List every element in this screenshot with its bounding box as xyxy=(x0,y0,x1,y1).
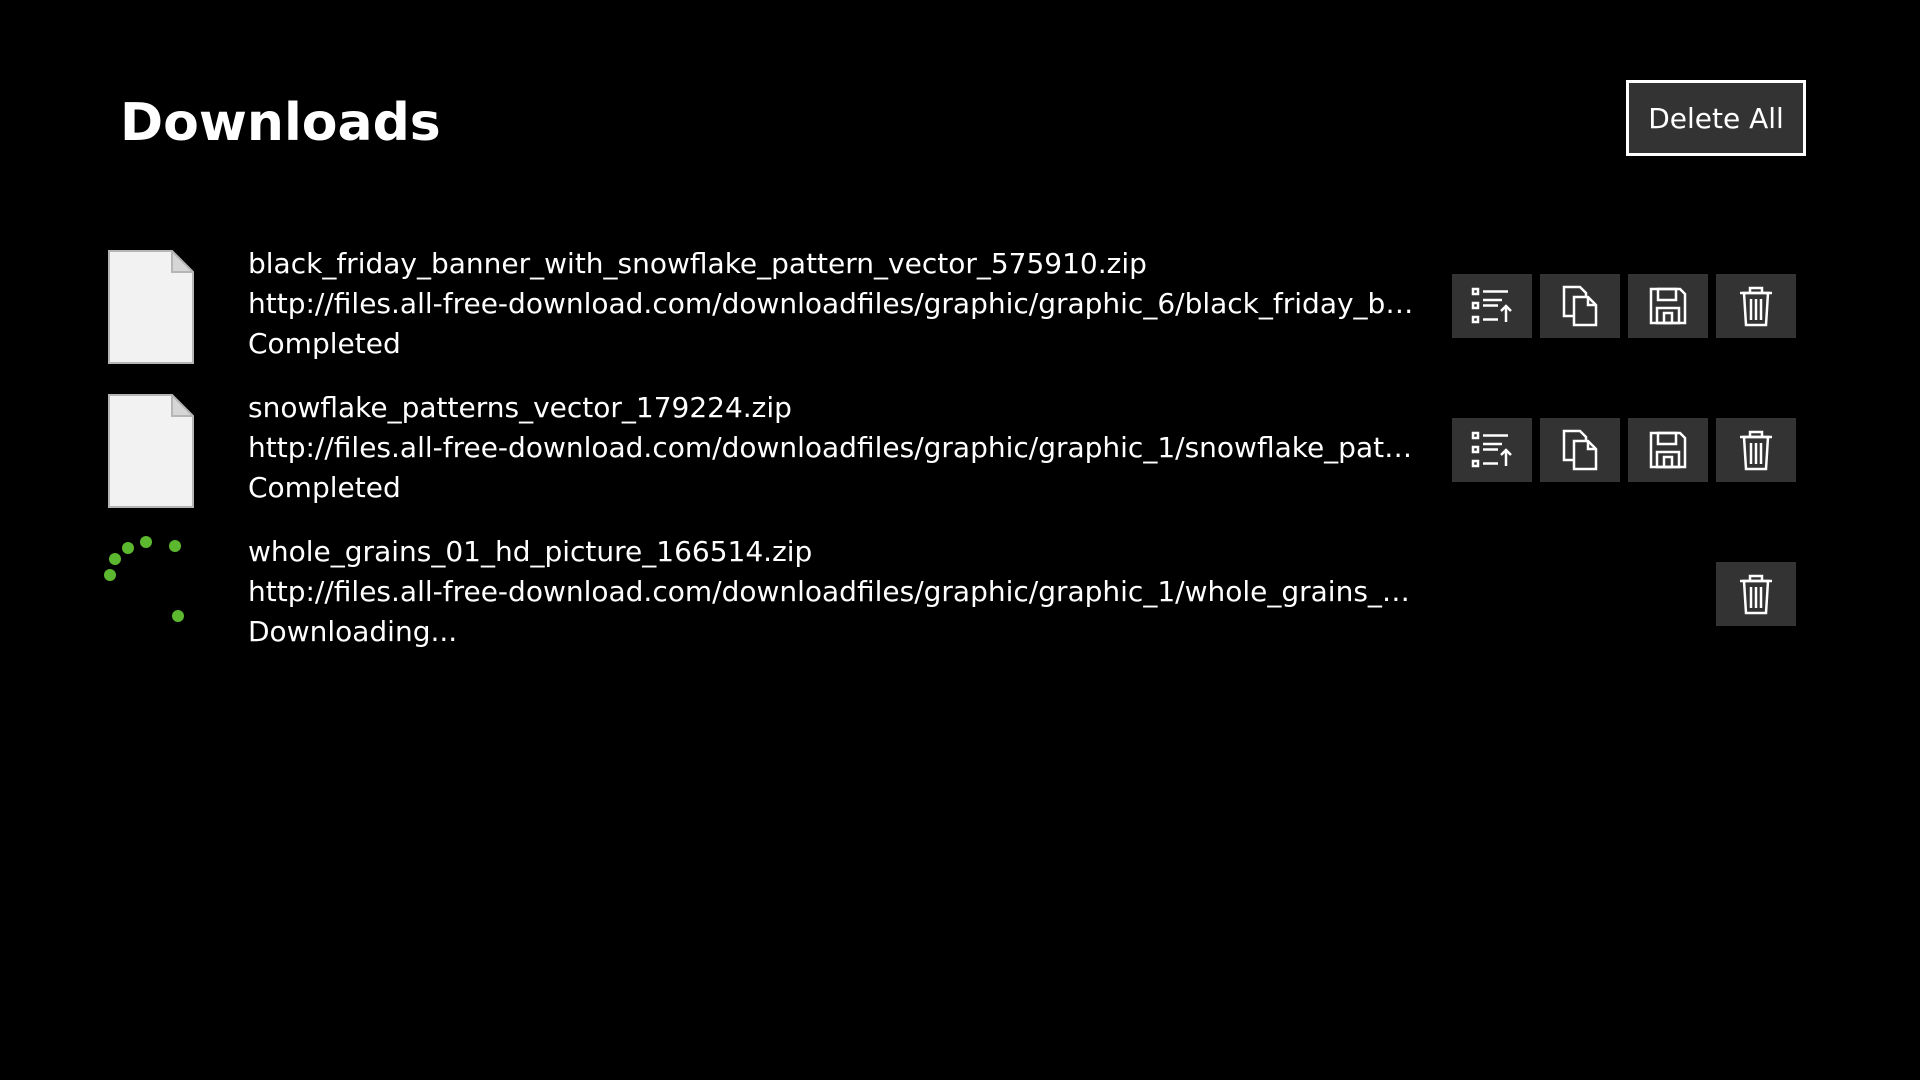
download-status: Completed xyxy=(248,471,401,504)
download-actions xyxy=(1452,274,1796,338)
save-button[interactable] xyxy=(1628,274,1708,338)
copy-icon xyxy=(1562,285,1598,327)
download-actions xyxy=(1452,418,1796,482)
copy-icon xyxy=(1562,429,1598,471)
page-title: Downloads xyxy=(120,93,441,153)
delete-button[interactable] xyxy=(1716,562,1796,626)
download-status: Downloading... xyxy=(248,615,458,648)
download-info: black_friday_banner_with_snowflake_patte… xyxy=(248,244,1418,364)
save-icon xyxy=(1649,287,1687,325)
download-filename: whole_grains_01_hd_picture_166514.zip xyxy=(248,535,813,568)
download-info: whole_grains_01_hd_picture_166514.zip ht… xyxy=(248,532,1418,652)
copy-button[interactable] xyxy=(1540,274,1620,338)
delete-button[interactable] xyxy=(1716,274,1796,338)
delete-icon xyxy=(1740,286,1772,327)
download-url: http://files.all-free-download.com/downl… xyxy=(248,431,1418,464)
loading-spinner-icon xyxy=(104,536,184,622)
download-filename: black_friday_banner_with_snowflake_patte… xyxy=(248,247,1147,280)
download-url: http://files.all-free-download.com/downl… xyxy=(248,575,1418,608)
delete-all-button[interactable]: Delete All xyxy=(1626,80,1806,156)
open-folder-icon xyxy=(1471,287,1512,324)
delete-icon xyxy=(1740,430,1772,471)
download-item[interactable]: snowflake_patterns_vector_179224.zip htt… xyxy=(0,384,1920,528)
open-folder-button[interactable] xyxy=(1452,274,1532,338)
downloads-page: Downloads Delete All black_friday_banner… xyxy=(0,0,1920,1080)
file-icon xyxy=(108,394,194,508)
download-filename: snowflake_patterns_vector_179224.zip xyxy=(248,391,792,424)
delete-button[interactable] xyxy=(1716,418,1796,482)
download-url: http://files.all-free-download.com/downl… xyxy=(248,287,1418,320)
download-status: Completed xyxy=(248,327,401,360)
download-info: snowflake_patterns_vector_179224.zip htt… xyxy=(248,388,1418,508)
open-folder-icon xyxy=(1471,431,1512,468)
copy-button[interactable] xyxy=(1540,418,1620,482)
file-icon xyxy=(108,250,194,364)
download-actions xyxy=(1716,562,1796,626)
open-folder-button[interactable] xyxy=(1452,418,1532,482)
delete-icon xyxy=(1740,574,1772,615)
download-item[interactable]: whole_grains_01_hd_picture_166514.zip ht… xyxy=(0,528,1920,672)
save-button[interactable] xyxy=(1628,418,1708,482)
download-item[interactable]: black_friday_banner_with_snowflake_patte… xyxy=(0,240,1920,384)
save-icon xyxy=(1649,431,1687,469)
